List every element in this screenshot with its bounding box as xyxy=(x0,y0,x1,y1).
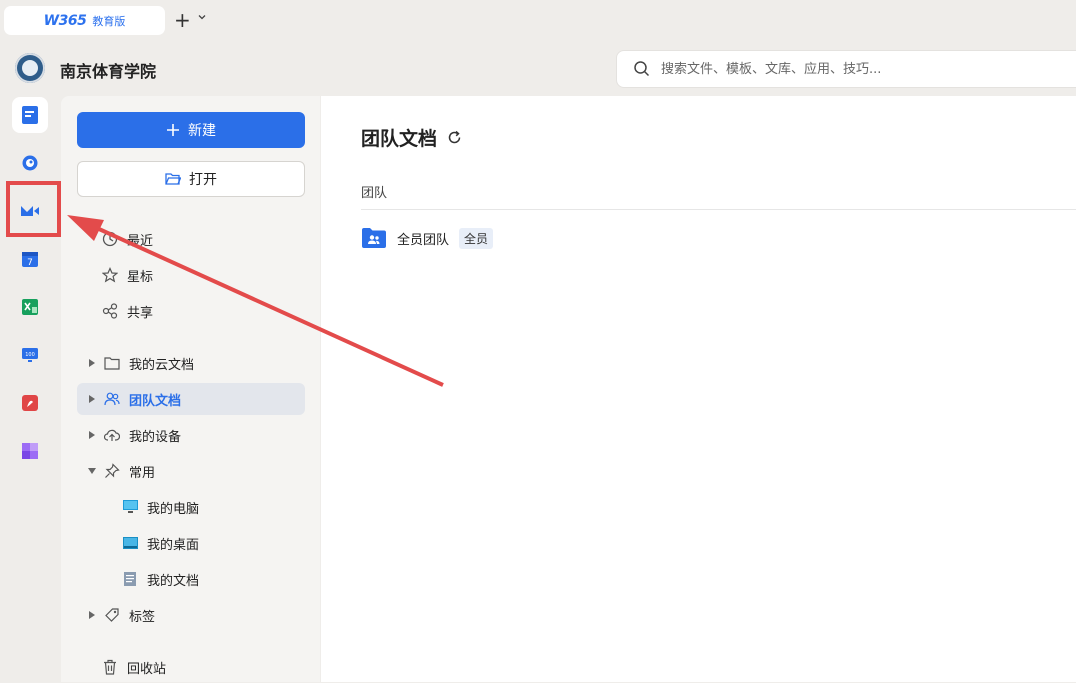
nav-recent-label: 最近 xyxy=(127,233,154,249)
pdf-icon xyxy=(22,395,38,411)
desktop-icon xyxy=(121,534,139,552)
divider xyxy=(361,209,1076,210)
document-icon xyxy=(121,570,139,588)
tree-my-desktop-label: 我的桌面 xyxy=(147,537,200,553)
status-badge: 全员 xyxy=(459,227,494,249)
tree-tags[interactable]: 标签 xyxy=(77,599,305,631)
highlight-box xyxy=(6,181,61,237)
chevron-down-icon[interactable] xyxy=(197,12,207,22)
page-title: 团队文档 xyxy=(361,124,462,151)
new-tab-button[interactable]: + xyxy=(174,10,191,30)
rail-calendar[interactable]: 7 xyxy=(12,241,48,277)
chat-icon xyxy=(22,155,38,171)
nav-shared-label: 共享 xyxy=(127,305,154,321)
apps-icon xyxy=(22,443,38,459)
tree-common-label: 常用 xyxy=(129,465,156,481)
tree-my-documents-label: 我的文档 xyxy=(147,573,200,589)
share-icon xyxy=(101,302,119,320)
rail-apps[interactable] xyxy=(12,433,48,469)
app-tab[interactable]: W365 教育版 xyxy=(4,6,165,35)
nav-shared[interactable]: 共享 xyxy=(77,295,305,327)
sheet-icon xyxy=(22,299,38,315)
svg-text:100: 100 xyxy=(25,352,35,358)
new-button[interactable]: 新建 xyxy=(77,112,305,148)
monitor-icon xyxy=(121,498,139,516)
list-item[interactable]: 全员团队 全员 xyxy=(361,226,494,250)
cloud-upload-icon xyxy=(103,426,121,444)
search-box[interactable] xyxy=(616,50,1076,88)
calendar-icon: 7 xyxy=(22,252,38,268)
caret-right-icon[interactable] xyxy=(85,431,99,439)
open-label: 打开 xyxy=(189,172,217,188)
folder-icon xyxy=(103,354,121,372)
tree-my-cloud-label: 我的云文档 xyxy=(129,357,195,373)
docs-icon xyxy=(22,106,38,124)
search-icon xyxy=(634,61,650,77)
rail-screen[interactable]: 100 xyxy=(12,337,48,373)
tree-my-devices[interactable]: 我的设备 xyxy=(77,419,305,451)
caret-down-icon[interactable] xyxy=(85,468,99,474)
new-label: 新建 xyxy=(188,123,216,139)
svg-text:7: 7 xyxy=(27,258,33,268)
rail-pdf[interactable] xyxy=(12,385,48,421)
clock-icon xyxy=(101,230,119,248)
rail-chat[interactable] xyxy=(12,145,48,181)
nav-starred[interactable]: 星标 xyxy=(77,259,305,291)
column-header-team: 团队 xyxy=(361,186,388,201)
trash-icon xyxy=(101,658,119,676)
team-name: 全员团队 xyxy=(397,232,450,248)
plus-icon xyxy=(167,124,179,136)
team-icon xyxy=(103,390,121,408)
tree-tags-label: 标签 xyxy=(129,609,156,625)
tree-my-computer-label: 我的电脑 xyxy=(147,501,200,517)
rail-docs[interactable] xyxy=(12,97,48,133)
caret-right-icon[interactable] xyxy=(85,359,99,367)
tree-common[interactable]: 常用 xyxy=(77,455,305,487)
sidebar: 新建 打开 最近 星标 共享 我的云文档 团队文档 我的设备 常用 我的电脑 我… xyxy=(61,96,320,682)
nav-recycle[interactable]: 回收站 xyxy=(77,651,305,683)
open-button[interactable]: 打开 xyxy=(77,161,305,197)
org-logo xyxy=(15,53,45,83)
pin-icon xyxy=(103,462,121,480)
screen-icon: 100 xyxy=(22,348,38,362)
rail-sheet[interactable] xyxy=(12,289,48,325)
tree-team-docs-label: 团队文档 xyxy=(129,393,182,409)
caret-right-icon[interactable] xyxy=(85,611,99,619)
org-name: 南京体育学院 xyxy=(60,62,157,81)
tree-team-docs[interactable]: 团队文档 xyxy=(77,383,305,415)
nav-recent[interactable]: 最近 xyxy=(77,223,305,255)
refresh-icon[interactable] xyxy=(447,130,462,145)
tag-icon xyxy=(103,606,121,624)
tree-my-cloud[interactable]: 我的云文档 xyxy=(77,347,305,379)
tree-my-documents[interactable]: 我的文档 xyxy=(77,563,305,595)
search-input[interactable] xyxy=(659,60,1063,78)
nav-starred-label: 星标 xyxy=(127,269,154,285)
star-icon xyxy=(101,266,119,284)
main-panel: 团队文档 团队 全员团队 全员 xyxy=(321,96,1076,682)
folder-open-icon xyxy=(165,173,181,185)
tree-my-desktop[interactable]: 我的桌面 xyxy=(77,527,305,559)
tree-my-computer[interactable]: 我的电脑 xyxy=(77,491,305,523)
team-folder-icon xyxy=(362,228,386,248)
app-logo: W365 xyxy=(43,12,87,29)
tree-my-devices-label: 我的设备 xyxy=(129,429,182,445)
edition-label: 教育版 xyxy=(92,14,126,28)
caret-right-icon[interactable] xyxy=(85,395,99,403)
page-title-text: 团队文档 xyxy=(361,128,438,150)
nav-recycle-label: 回收站 xyxy=(127,661,167,677)
